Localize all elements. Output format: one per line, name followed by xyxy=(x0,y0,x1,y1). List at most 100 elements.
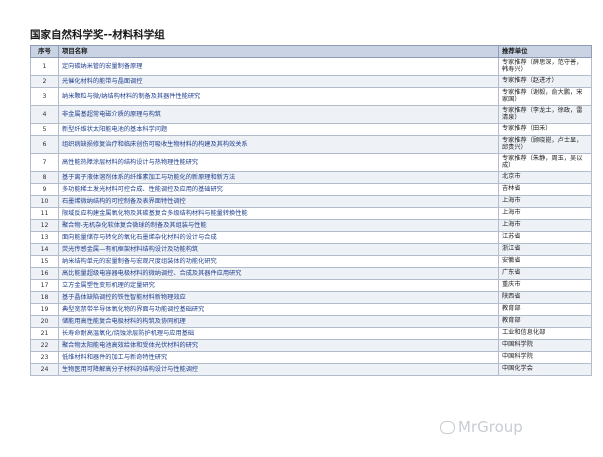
cell-recommender: 重庆市 xyxy=(498,279,592,292)
table-row: 2 光催化材料的能带与晶面调控 专家推荐（赵进才） xyxy=(30,75,592,88)
table-row: 17 立方金属塑性变形机理的定量研究 重庆市 xyxy=(30,279,592,292)
cell-recommender: 上海市 xyxy=(498,207,592,220)
cell-name: 高性能热障涂层材料的结构设计与热物理性能研究 xyxy=(58,153,499,172)
cell-no: 24 xyxy=(30,363,59,376)
cell-name: 非金属基超常电磁介质的原理与构筑 xyxy=(58,105,499,124)
table-row: 1 定向碳纳米管的宏量制备原理 专家推荐（薛思深，范守善，韩寿兴） xyxy=(30,57,592,76)
table-row: 14 荧光传感金属—有机框架材料结构设计及功能构筑 浙江省 xyxy=(30,243,592,256)
cell-name: 组织病缺损修复治疗和临床创伤可吸收生物材料的构建及其构效关系 xyxy=(58,135,499,154)
cell-no: 4 xyxy=(30,105,59,124)
table-row: 21 长寿命耐高温氧化/烧蚀涂层防护机理与应用基础 工业和信息化部 xyxy=(30,327,592,340)
table-row: 8 基于离子液体溶剂体系的纤维素加工与功能化的新原理和新方法 北京市 xyxy=(30,171,592,184)
cell-no: 15 xyxy=(30,255,59,268)
table-row: 19 典型宽禁带半导体氧化物的界面与功能调控基础研究 教育部 xyxy=(30,303,592,316)
table-row: 4 非金属基超常电磁介质的原理与构筑 专家推荐（李龙土，徐政，雷清泉） xyxy=(30,105,592,124)
column-header-no: 序号 xyxy=(30,45,59,58)
cell-recommender: 上海市 xyxy=(498,219,592,232)
cell-recommender: 北京市 xyxy=(498,171,592,184)
cell-no: 8 xyxy=(30,171,59,184)
cell-name: 纳米结构单元的宏量制备与宏观尺度组装体的功能化研究 xyxy=(58,255,499,268)
page-title: 国家自然科学奖--材料科学组 xyxy=(30,29,165,41)
cell-name: 纳米颗粒与微/纳结构材料的制备及其器件性能研究 xyxy=(58,87,499,106)
cell-recommender: 专家推荐（薛思深，范守善，韩寿兴） xyxy=(498,57,592,76)
table-row: 24 生物医用可降解高分子材料的结构设计与性能调控 中国化学会 xyxy=(30,363,592,376)
watermark: MrGroup xyxy=(440,418,523,436)
cell-no: 1 xyxy=(30,57,59,76)
table-row: 11 限域反应构建金属氧化物及其碳基复合多级结构材料与能量转换性能 上海市 xyxy=(30,207,592,220)
table-row: 9 多功能稀土发光材料可控合成、性能调控及应用的基础研究 吉林省 xyxy=(30,183,592,196)
table-row: 20 储能用高性能复合电极材料的构筑及协同机理 教育部 xyxy=(30,315,592,328)
cell-recommender: 吉林省 xyxy=(498,183,592,196)
cell-no: 11 xyxy=(30,207,59,220)
cell-name: 新型纤维状太阳能电池的基本科学问题 xyxy=(58,123,499,136)
cell-no: 19 xyxy=(30,303,59,316)
column-header-recommender: 推荐单位 xyxy=(498,45,592,58)
cell-name: 储能用高性能复合电极材料的构筑及协同机理 xyxy=(58,315,499,328)
cell-recommender: 安徽省 xyxy=(498,255,592,268)
cell-name: 基于晶体缺陷调控的铁性智能材料新物理效应 xyxy=(58,291,499,304)
cell-no: 18 xyxy=(30,291,59,304)
cell-no: 7 xyxy=(30,153,59,172)
cell-name: 聚合物-无机杂化软体复合微球的制备及其组装与性能 xyxy=(58,219,499,232)
cell-recommender: 教育部 xyxy=(498,303,592,316)
cell-recommender: 中国科学院 xyxy=(498,339,592,352)
cell-no: 22 xyxy=(30,339,59,352)
cell-name: 荧光传感金属—有机框架材料结构设计及功能构筑 xyxy=(58,243,499,256)
cell-no: 16 xyxy=(30,267,59,280)
table-row: 15 纳米结构单元的宏量制备与宏观尺度组装体的功能化研究 安徽省 xyxy=(30,255,592,268)
table-row: 7 高性能热障涂层材料的结构设计与热物理性能研究 专家推荐（朱静，周玉，吴以成） xyxy=(30,153,592,172)
cell-no: 9 xyxy=(30,183,59,196)
cell-name: 高比能量超级电容器电极材料的微纳调控、合成及其器件应用研究 xyxy=(58,267,499,280)
cell-recommender: 上海市 xyxy=(498,195,592,208)
cell-name: 面向能量储存与转化的氧化石墨烯杂化材料的设计与合成 xyxy=(58,231,499,244)
cell-recommender: 陕西省 xyxy=(498,291,592,304)
cell-recommender: 工业和信息化部 xyxy=(498,327,592,340)
cell-name: 基于离子液体溶剂体系的纤维素加工与功能化的新原理和新方法 xyxy=(58,171,499,184)
table-header-row: 序号 项目名称 推荐单位 xyxy=(30,45,592,58)
cell-name: 光催化材料的能带与晶面调控 xyxy=(58,75,499,88)
column-header-name: 项目名称 xyxy=(58,45,499,58)
table-body: 1 定向碳纳米管的宏量制备原理 专家推荐（薛思深，范守善，韩寿兴） 2 光催化材料的能带… xyxy=(30,57,592,376)
cell-no: 6 xyxy=(30,135,59,154)
cell-name: 石墨烯微纳结构的可控制备及表界面特性调控 xyxy=(58,195,499,208)
table-row: 10 石墨烯微纳结构的可控制备及表界面特性调控 上海市 xyxy=(30,195,592,208)
cell-recommender: 专家推荐（田禾） xyxy=(498,123,592,136)
cell-no: 10 xyxy=(30,195,59,208)
table-row: 3 纳米颗粒与微/纳结构材料的制备及其器件性能研究 专家推荐（谢毅，俞大鹏，宋家国） xyxy=(30,87,592,106)
cell-recommender: 广东省 xyxy=(498,267,592,280)
table-row: 16 高比能量超级电容器电极材料的微纳调控、合成及其器件应用研究 广东省 xyxy=(30,267,592,280)
cell-recommender: 专家推荐（赵进才） xyxy=(498,75,592,88)
cell-recommender: 专家推荐（谢毅，俞大鹏，宋家国） xyxy=(498,87,592,106)
table-row: 5 新型纤维状太阳能电池的基本科学问题 专家推荐（田禾） xyxy=(30,123,592,136)
table-row: 22 聚合物太阳能电池高效给体和受体光伏材料的研究 中国科学院 xyxy=(30,339,592,352)
cell-recommender: 中国化学会 xyxy=(498,363,592,376)
table-row: 12 聚合物-无机杂化软体复合微球的制备及其组装与性能 上海市 xyxy=(30,219,592,232)
table-row: 13 面向能量储存与转化的氧化石墨烯杂化材料的设计与合成 江苏省 xyxy=(30,231,592,244)
cell-no: 12 xyxy=(30,219,59,232)
cell-name: 定向碳纳米管的宏量制备原理 xyxy=(58,57,499,76)
cell-recommender: 专家推荐（顾晓崑，卢士显，邱贵兴） xyxy=(498,135,592,154)
cell-no: 3 xyxy=(30,87,59,106)
cell-recommender: 教育部 xyxy=(498,315,592,328)
cell-recommender: 江苏省 xyxy=(498,231,592,244)
cell-recommender: 专家推荐（朱静，周玉，吴以成） xyxy=(498,153,592,172)
cell-name: 生物医用可降解高分子材料的结构设计与性能调控 xyxy=(58,363,499,376)
table-row: 23 低维材料和器件的加工与新奇特性研究 中国科学院 xyxy=(30,351,592,364)
cell-name: 长寿命耐高温氧化/烧蚀涂层防护机理与应用基础 xyxy=(58,327,499,340)
cell-name: 低维材料和器件的加工与新奇特性研究 xyxy=(58,351,499,364)
cell-no: 13 xyxy=(30,231,59,244)
cell-no: 20 xyxy=(30,315,59,328)
table-row: 18 基于晶体缺陷调控的铁性智能材料新物理效应 陕西省 xyxy=(30,291,592,304)
award-table: 序号 项目名称 推荐单位 1 定向碳纳米管的宏量制备原理 专家推荐（薛思深，范守善，… xyxy=(30,45,592,376)
cell-name: 典型宽禁带半导体氧化物的界面与功能调控基础研究 xyxy=(58,303,499,316)
cell-recommender: 浙江省 xyxy=(498,243,592,256)
wechat-icon xyxy=(440,421,455,434)
table-row: 6 组织病缺损修复治疗和临床创伤可吸收生物材料的构建及其构效关系 专家推荐（顾晓崑，… xyxy=(30,135,592,154)
watermark-text: MrGroup xyxy=(458,418,523,436)
cell-name: 聚合物太阳能电池高效给体和受体光伏材料的研究 xyxy=(58,339,499,352)
cell-no: 23 xyxy=(30,351,59,364)
cell-name: 限域反应构建金属氧化物及其碳基复合多级结构材料与能量转换性能 xyxy=(58,207,499,220)
cell-recommender: 中国科学院 xyxy=(498,351,592,364)
cell-recommender: 专家推荐（李龙土，徐政，雷清泉） xyxy=(498,105,592,124)
cell-no: 21 xyxy=(30,327,59,340)
